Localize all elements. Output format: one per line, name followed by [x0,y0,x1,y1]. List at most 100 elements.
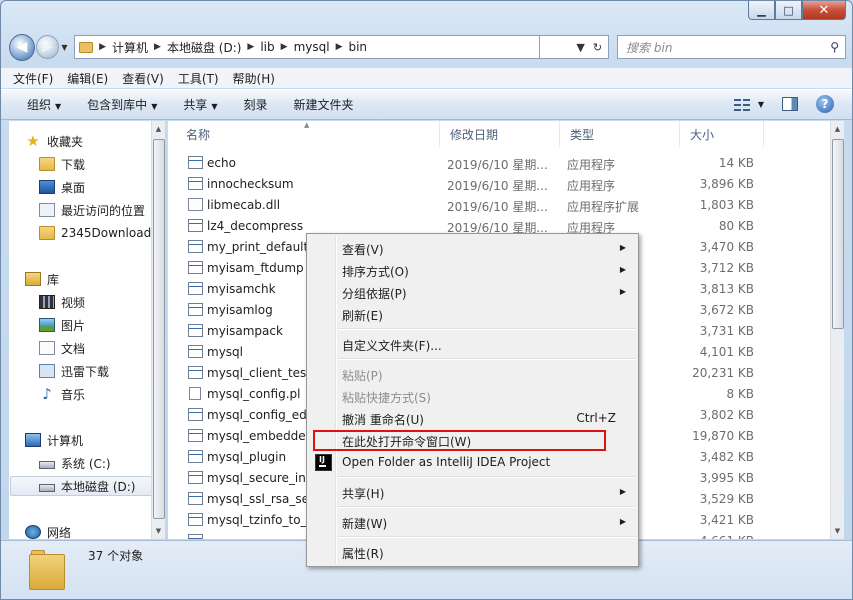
nav-scroll-thumb[interactable] [153,139,165,519]
menu-file[interactable]: 文件(F) [13,70,53,87]
scroll-down-icon[interactable]: ▼ [831,523,844,539]
application-icon [188,471,203,484]
nav-downloads[interactable]: 下载 [39,154,85,174]
context-menu-item[interactable]: 查看(V) ▶ [309,237,636,259]
share-button[interactable]: 共享 ▼ [183,96,217,113]
burn-button[interactable]: 刻录 [244,96,268,113]
nav-thunder[interactable]: 迅雷下载 [39,361,109,381]
context-menu-item[interactable]: 粘贴(P) [309,363,636,385]
nav-recent[interactable]: 最近访问的位置 [39,200,145,220]
breadcrumb-lib[interactable]: lib [260,40,274,54]
library-icon [25,272,41,286]
search-input[interactable]: 搜索 bin ⚲ [617,35,847,59]
address-dropdown-icon[interactable]: ▼ [576,41,584,54]
preview-pane-icon[interactable] [782,97,798,111]
view-details-icon [733,98,750,111]
application-icon [188,429,203,442]
address-bar[interactable]: ▶ 计算机 ▶ 本地磁盘 (D:) ▶ lib ▶ mysql ▶ bin [74,35,541,59]
context-menu-item[interactable]: 自定义文件夹(F)... [309,333,636,355]
nav-drive-d[interactable]: 本地磁盘 (D:) [10,476,152,496]
close-button[interactable]: ✕ [802,1,846,20]
file-name: mysql_config_edit [207,408,315,422]
context-menu-item[interactable]: 新建(W) ▶ [309,511,636,533]
nav-network[interactable]: 网络 [25,522,71,539]
minimize-button[interactable]: ▁ [748,1,775,20]
nav-music[interactable]: ♪ 音乐 [39,384,85,404]
context-menu-item[interactable]: 粘贴快捷方式(S) [309,385,636,407]
breadcrumb-computer[interactable]: 计算机 [112,39,148,56]
include-library-button[interactable]: 包含到库中 ▼ [87,96,157,113]
file-name: myisampack [207,324,283,338]
organize-button[interactable]: 组织 ▼ [27,96,61,113]
context-menu-item[interactable]: 属性(R) [309,541,636,563]
nav-computer[interactable]: 计算机 [25,430,83,450]
application-icon [188,156,203,169]
nav-documents[interactable]: 文档 [39,338,85,358]
file-name: mysql_secure_ins [207,471,313,485]
maximize-button[interactable]: □ [775,1,802,20]
caption-buttons: ▁ □ ✕ [748,1,846,21]
change-view-button[interactable]: ▼ [733,98,764,111]
nav-favorites[interactable]: ★ 收藏夹 [25,131,83,151]
column-header-name[interactable]: 名称 [168,121,440,147]
text-file-icon [189,387,201,400]
menu-separator [338,476,636,478]
file-name: mysql_plugin [207,450,287,464]
context-menu-item[interactable]: 刷新(E) [309,303,636,325]
column-size-label: 大小 [690,127,715,142]
file-size: 4,661 KB [700,534,754,539]
menu-help[interactable]: 帮助(H) [233,70,275,87]
menu-item-label: 查看(V) [342,243,384,257]
nav-computer-label: 计算机 [47,433,84,448]
nav-videos[interactable]: 视频 [39,292,85,312]
context-menu-item[interactable]: 共享(H) ▶ [309,481,636,503]
breadcrumb-separator-icon[interactable]: ▶ [336,42,343,52]
column-header-type[interactable]: 类型 [560,121,680,147]
back-button[interactable]: ◀ [9,33,35,61]
column-header-date[interactable]: 修改日期 [440,121,560,147]
new-folder-button[interactable]: 新建文件夹 [294,96,354,113]
file-row[interactable]: echo 2019/6/10 星期... 应用程序 14 KB [168,153,830,174]
scroll-down-icon[interactable]: ▼ [152,523,165,539]
file-row[interactable]: libmecab.dll 2019/6/10 星期... 应用程序扩展 1,803 K… [168,195,830,216]
breadcrumb-separator-icon[interactable]: ▶ [99,42,106,52]
file-row[interactable]: innochecksum 2019/6/10 星期... 应用程序 3,896 KB [168,174,830,195]
menu-item-label: 撤消 重命名(U) [342,413,424,427]
recent-pages-dropdown[interactable]: ▼ [59,43,70,52]
breadcrumb-separator-icon[interactable]: ▶ [154,42,161,52]
menu-tools[interactable]: 工具(T) [178,70,219,87]
breadcrumb-bin[interactable]: bin [348,40,367,54]
context-menu-item[interactable]: 在此处打开命令窗口(W) [309,429,636,451]
nav-desktop[interactable]: 桌面 [39,177,85,197]
scroll-up-icon[interactable]: ▲ [152,121,165,137]
breadcrumb-drive-d[interactable]: 本地磁盘 (D:) [167,39,241,56]
file-name: innochecksum [207,177,294,191]
nav-2345downloads[interactable]: 2345Downloads [39,223,157,243]
breadcrumb-separator-icon[interactable]: ▶ [247,42,254,52]
context-menu-item[interactable]: 撤消 重命名(U) Ctrl+Z [309,407,636,429]
menu-item-label: 属性(R) [342,547,384,561]
nav-drive-c[interactable]: 系统 (C:) [39,453,111,473]
menu-item-label: 在此处打开命令窗口(W) [342,435,472,449]
menu-edit[interactable]: 编辑(E) [67,70,108,87]
file-list-scrollbar[interactable]: ▲ ▼ [830,121,844,539]
search-icon[interactable]: ⚲ [830,40,839,54]
column-header-size[interactable]: 大小 [680,121,764,147]
file-name: myisamlog [207,303,273,317]
refresh-icon[interactable]: ↻ [593,41,602,54]
context-menu-item[interactable]: Open Folder as IntelliJ IDEA Project [309,451,636,473]
breadcrumb-separator-icon[interactable]: ▶ [281,42,288,52]
menu-item-shortcut: Ctrl+Z [576,411,616,425]
file-scroll-thumb[interactable] [832,139,844,329]
help-icon[interactable]: ? [816,95,834,113]
menu-bar: 文件(F) 编辑(E) 查看(V) 工具(T) 帮助(H) [1,67,852,88]
menu-view[interactable]: 查看(V) [122,70,164,87]
context-menu-item[interactable]: 排序方式(O) ▶ [309,259,636,281]
scroll-up-icon[interactable]: ▲ [831,121,844,137]
nav-scrollbar[interactable]: ▲ ▼ [151,121,165,539]
nav-pictures[interactable]: 图片 [39,315,85,335]
breadcrumb-mysql[interactable]: mysql [294,40,330,54]
context-menu-item[interactable]: 分组依据(P) ▶ [309,281,636,303]
forward-button[interactable]: ▶ [35,35,59,59]
nav-libraries[interactable]: 库 [25,269,59,289]
